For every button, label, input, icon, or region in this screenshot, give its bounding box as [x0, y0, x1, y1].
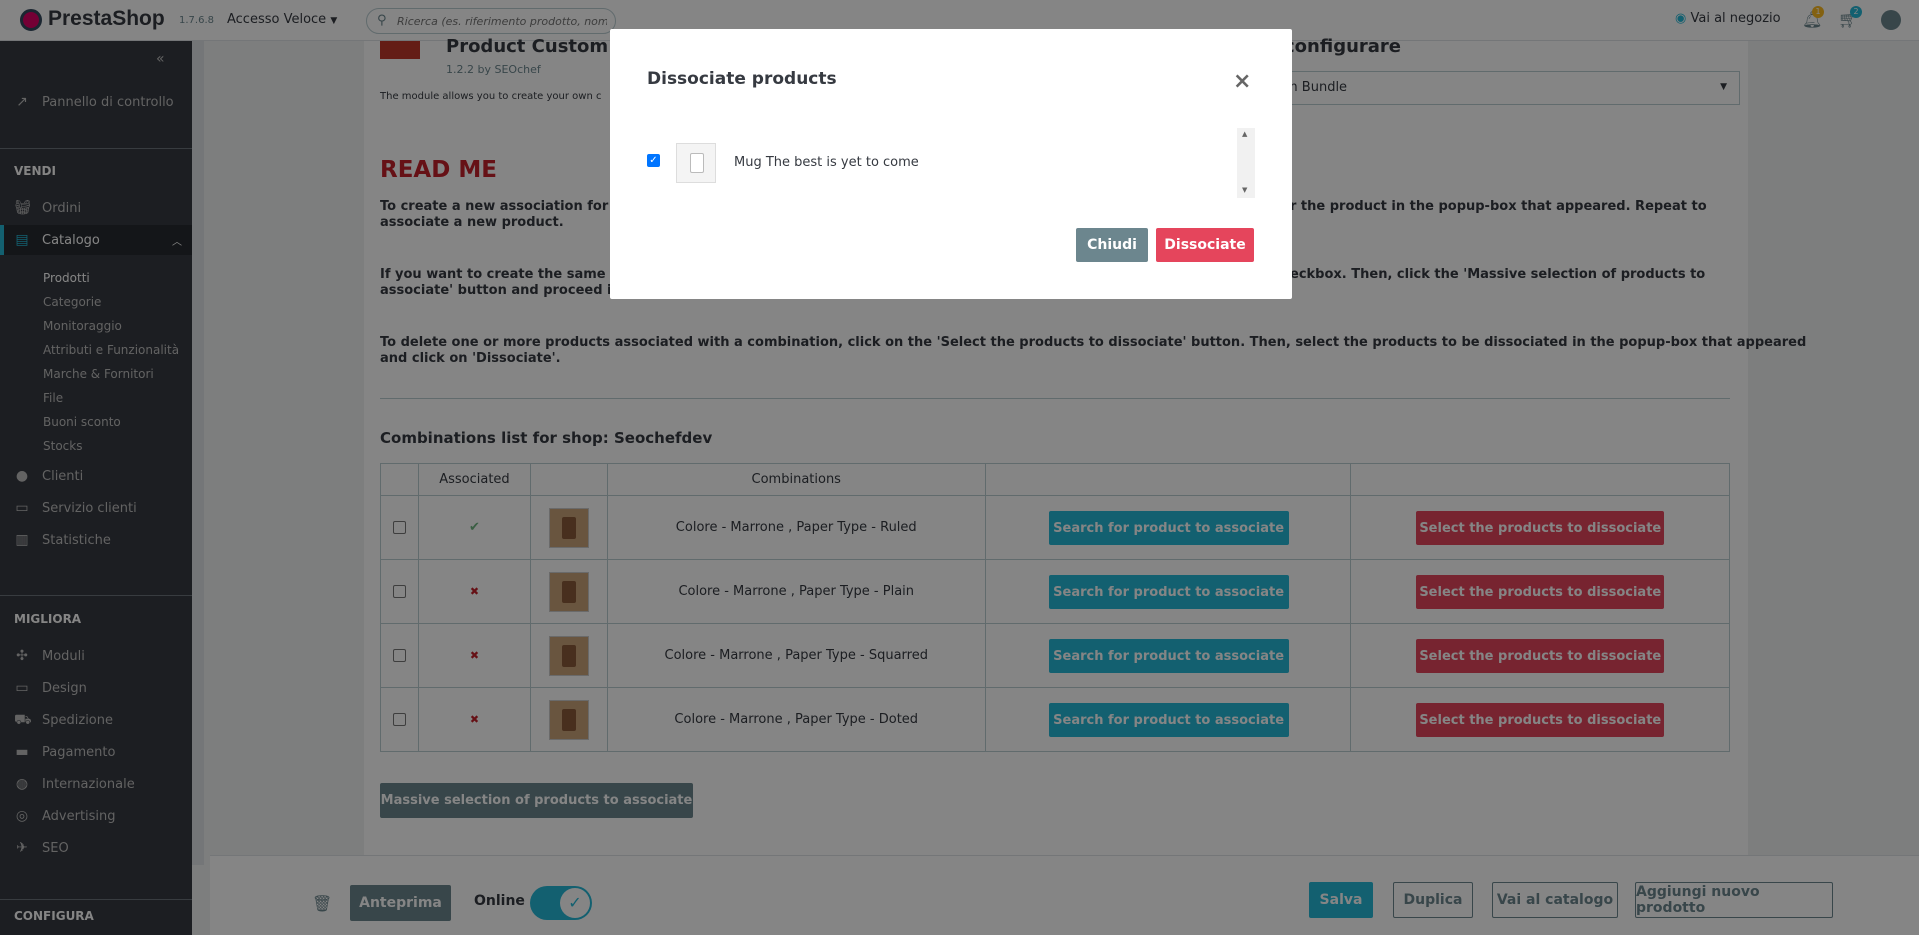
modal-scrollbar[interactable]: ▲ ▼ [1237, 128, 1255, 198]
modal-title: Dissociate products [647, 69, 837, 89]
dissociate-modal: Dissociate products × ✓ Mug The best is … [610, 29, 1292, 299]
close-icon[interactable]: × [1233, 69, 1251, 94]
scroll-down-icon[interactable]: ▼ [1242, 186, 1247, 194]
mug-image-icon [690, 153, 704, 173]
scroll-up-icon[interactable]: ▲ [1242, 130, 1247, 138]
product-thumbnail [676, 143, 716, 183]
modal-item-name: Mug The best is yet to come [734, 155, 919, 170]
dissociate-button[interactable]: Dissociate [1156, 228, 1254, 262]
close-button[interactable]: Chiudi [1076, 228, 1148, 262]
item-checkbox[interactable]: ✓ [647, 154, 660, 167]
